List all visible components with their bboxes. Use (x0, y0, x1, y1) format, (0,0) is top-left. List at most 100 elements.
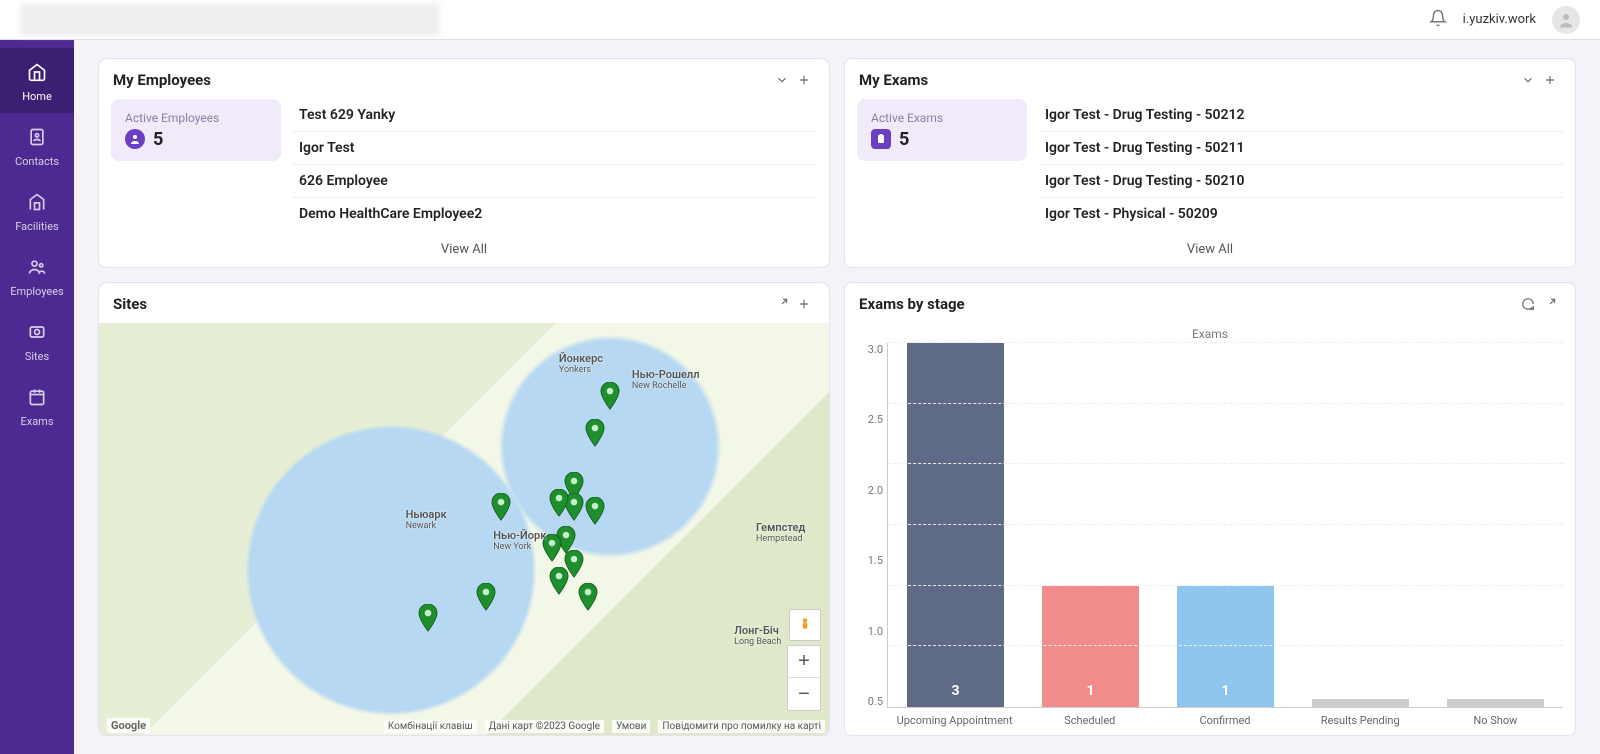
map-pin[interactable] (600, 382, 620, 410)
exams-list: Igor Test - Drug Testing - 50212Igor Tes… (1039, 99, 1563, 228)
person-icon (125, 129, 145, 149)
sidebar-item-facilities[interactable]: Facilities (0, 178, 74, 243)
nav-label: Exams (20, 415, 53, 428)
brand-logo (20, 4, 440, 36)
list-item[interactable]: 626 Employee (293, 165, 817, 198)
chart-title: Exams (857, 327, 1563, 341)
nav-label: Contacts (15, 155, 59, 168)
stat-value: 5 (899, 129, 909, 150)
map-attribution: Google Комбінації клавіш Дані карт ©2023… (103, 720, 825, 733)
sites-icon (27, 322, 47, 345)
map-zoom-controls: + − (787, 645, 821, 711)
google-logo: Google (107, 718, 150, 733)
avatar[interactable] (1552, 6, 1580, 34)
chevron-down-icon[interactable] (771, 69, 793, 91)
chart-x-axis: Upcoming AppointmentScheduledConfirmedRe… (887, 708, 1563, 727)
zoom-in-button[interactable]: + (788, 646, 820, 678)
card-title: Sites (113, 295, 771, 313)
map-pin[interactable] (418, 604, 438, 632)
zoom-out-button[interactable]: − (788, 678, 820, 710)
map-pin[interactable] (585, 497, 605, 525)
y-tick: 3.0 (868, 343, 883, 356)
sites-card: Sites ЙонкерсYonkers Нью-РошеллNew Rochel… (98, 282, 830, 736)
home-icon (27, 62, 47, 85)
list-item[interactable]: Igor Test - Physical - 50209 (1039, 198, 1563, 230)
my-employees-card: My Employees Active Employees 5 Test 629… (98, 58, 830, 268)
y-tick: 0.5 (868, 695, 883, 708)
map-city-label: Нью-ЙоркNew York (493, 529, 546, 552)
notifications-icon[interactable] (1429, 9, 1447, 31)
sidebar-item-home[interactable]: Home (0, 48, 74, 113)
sidebar-item-exams[interactable]: Exams (0, 373, 74, 438)
map-city-label: Нью-РошеллNew Rochelle (632, 368, 700, 391)
list-item[interactable]: Test 629 Yanky (293, 99, 817, 132)
chart-bar[interactable]: 3 (907, 343, 1004, 707)
employees-icon (27, 257, 47, 280)
employees-list: Test 629 YankyIgor Test626 EmployeeDemo … (293, 99, 817, 228)
map-report-link[interactable]: Повідомити про помилку на карті (658, 720, 825, 733)
x-tick: Results Pending (1293, 708, 1428, 727)
clipboard-icon (871, 129, 891, 149)
plus-icon[interactable] (793, 69, 815, 91)
stat-label: Active Employees (125, 111, 267, 125)
sidebar: Home Contacts Facilities Employees Sites Exam… (0, 40, 74, 754)
list-item[interactable]: Igor Test - Drug Testing - 50210 (1039, 165, 1563, 198)
map-city-label: ГемпстедHempstead (756, 521, 805, 544)
card-title: My Exams (859, 71, 1517, 89)
chart-y-axis: 3.0 2.5 2.0 1.5 1.0 0.5 (857, 343, 887, 708)
y-tick: 2.0 (868, 484, 883, 497)
chart-plot: 311 (887, 343, 1563, 708)
x-tick: Upcoming Appointment (887, 708, 1022, 727)
nav-label: Employees (10, 285, 63, 298)
y-tick: 1.5 (868, 554, 883, 567)
map-shortcuts-link[interactable]: Комбінації клавіш (384, 720, 477, 733)
exams-icon (27, 387, 47, 410)
map-city-label: Лонг-БічLong Beach (734, 624, 781, 647)
plus-icon[interactable] (1539, 69, 1561, 91)
pegman-icon[interactable] (789, 609, 821, 641)
list-item[interactable]: Demo HealthCare Employee2 (293, 198, 817, 230)
nav-label: Sites (25, 350, 49, 363)
map-city-label: НьюаркNewark (406, 508, 447, 531)
sidebar-item-contacts[interactable]: Contacts (0, 113, 74, 178)
sites-map[interactable]: ЙонкерсYonkers Нью-РошеллNew Rochelle Ньюа… (99, 323, 829, 735)
map-pin[interactable] (476, 583, 496, 611)
stat-label: Active Exams (871, 111, 1013, 125)
view-all-link[interactable]: View All (845, 234, 1575, 267)
map-pin[interactable] (578, 583, 598, 611)
map-pin[interactable] (549, 489, 569, 517)
map-pin[interactable] (585, 419, 605, 447)
nav-label: Home (22, 90, 52, 103)
x-tick: Scheduled (1022, 708, 1157, 727)
map-terms-link[interactable]: Умови (612, 720, 650, 733)
sidebar-item-employees[interactable]: Employees (0, 243, 74, 308)
list-item[interactable]: Igor Test (293, 132, 817, 165)
y-tick: 2.5 (868, 413, 883, 426)
list-item[interactable]: Igor Test - Drug Testing - 50212 (1039, 99, 1563, 132)
chart-bar[interactable] (1312, 699, 1409, 707)
list-item[interactable]: Igor Test - Drug Testing - 50211 (1039, 132, 1563, 165)
map-pin[interactable] (491, 493, 511, 521)
stat-value: 5 (153, 129, 163, 150)
my-exams-card: My Exams Active Exams 5 Igor Test - Drug… (844, 58, 1576, 268)
refresh-icon[interactable] (1517, 293, 1539, 315)
map-data-label: Дані карт ©2023 Google (485, 720, 604, 733)
contacts-icon (27, 127, 47, 150)
chart-bar[interactable] (1447, 699, 1544, 707)
y-tick: 1.0 (868, 625, 883, 638)
map-pin[interactable] (549, 567, 569, 595)
map-city-label: ЙонкерсYonkers (559, 352, 603, 375)
x-tick: Confirmed (1157, 708, 1292, 727)
expand-icon[interactable] (771, 293, 793, 315)
active-exams-tile[interactable]: Active Exams 5 (857, 99, 1027, 161)
chevron-down-icon[interactable] (1517, 69, 1539, 91)
sidebar-item-sites[interactable]: Sites (0, 308, 74, 373)
view-all-link[interactable]: View All (99, 234, 829, 267)
username-label[interactable]: i.yuzkiv.work (1463, 12, 1536, 27)
active-employees-tile[interactable]: Active Employees 5 (111, 99, 281, 161)
facilities-icon (27, 192, 47, 215)
expand-icon[interactable] (1539, 293, 1561, 315)
plus-icon[interactable] (793, 293, 815, 315)
exams-by-stage-card: Exams by stage Exams 3.02.52.01.51.00.5 … (844, 282, 1576, 736)
card-title: Exams by stage (859, 295, 1517, 313)
